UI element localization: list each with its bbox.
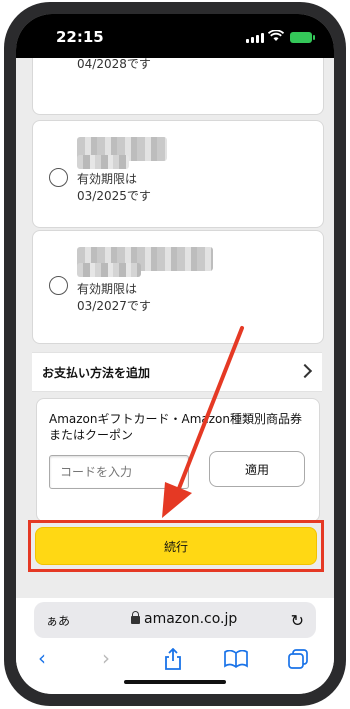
- chevron-right-icon: [297, 363, 313, 379]
- gift-card-title: Amazonギフトカード・Amazon種類別商品券またはクーポン: [49, 412, 302, 442]
- card-expiry: 有効期限は 03/2027です: [77, 282, 151, 313]
- payment-card-3[interactable]: 有効期限は 03/2027です: [32, 230, 324, 344]
- signal-icon: [246, 33, 264, 43]
- card-expiry: 有効期限は 03/2025です: [77, 172, 151, 203]
- wifi-icon: [268, 30, 284, 41]
- status-time: 22:15: [56, 28, 104, 46]
- masked-card-name: [77, 155, 129, 169]
- add-payment-method-row[interactable]: お支払い方法を追加: [32, 352, 322, 392]
- payment-card-2[interactable]: 有効期限は 03/2025です: [32, 120, 324, 228]
- lock-icon: [131, 611, 140, 624]
- checkout-page: 04/2028です 有効期限は 03/2025です 有効期限は 03/2027で…: [16, 58, 334, 598]
- apply-button[interactable]: 適用: [209, 451, 305, 487]
- coupon-code-input[interactable]: [49, 455, 189, 489]
- card-expiry: 04/2028です: [77, 58, 151, 71]
- masked-card-name: [77, 263, 141, 277]
- phone-bezel: 22:15 04/2028です 有効期限は 03/2025です 有効期限は 03…: [16, 14, 334, 694]
- payment-card-1[interactable]: 04/2028です: [32, 58, 324, 115]
- battery-icon: [290, 32, 315, 43]
- browser-toolbar: ‹ ›: [16, 644, 334, 674]
- highlight-box: 続行: [28, 520, 324, 572]
- radio-button[interactable]: [49, 168, 68, 187]
- radio-button[interactable]: [49, 276, 68, 295]
- reload-icon[interactable]: ↻: [291, 611, 304, 630]
- address-bar[interactable]: ぁあ amazon.co.jp ↻: [34, 602, 316, 638]
- home-indicator: [124, 680, 226, 684]
- url-host: amazon.co.jp: [144, 611, 238, 627]
- screen: 22:15 04/2028です 有効期限は 03/2025です 有効期限は 03…: [16, 14, 334, 694]
- text-size-button[interactable]: ぁあ: [46, 612, 70, 629]
- status-bar: 22:15: [16, 14, 334, 58]
- notch: [110, 14, 240, 44]
- bookmarks-icon[interactable]: [224, 650, 248, 668]
- tabs-icon[interactable]: [288, 649, 308, 669]
- forward-icon[interactable]: ›: [102, 646, 110, 670]
- phone-frame: 22:15 04/2028です 有効期限は 03/2025です 有効期限は 03…: [4, 2, 346, 706]
- share-icon[interactable]: [164, 648, 182, 670]
- back-icon[interactable]: ‹: [38, 646, 46, 670]
- gift-card-section: Amazonギフトカード・Amazon種類別商品券またはクーポン 適用: [36, 398, 320, 522]
- continue-button[interactable]: 続行: [35, 527, 317, 565]
- add-payment-label: お支払い方法を追加: [42, 366, 151, 380]
